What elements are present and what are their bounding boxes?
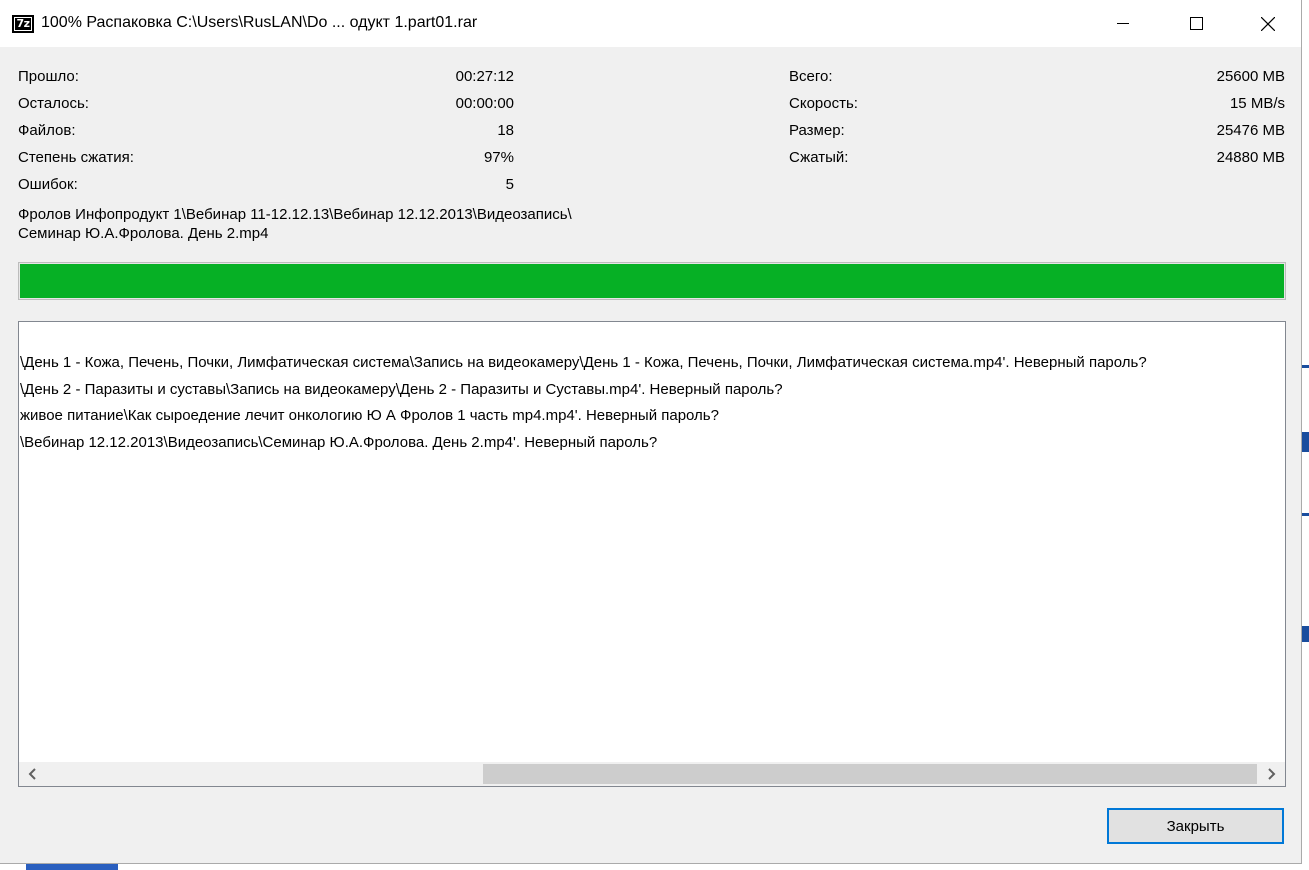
window-title: 100% Распаковка C:\Users\RusLAN\Do ... о… [41,14,478,31]
error-log-list[interactable]: \День 1 - Кожа, Печень, Почки, Лимфатиче… [18,321,1286,787]
maximize-icon [1189,17,1203,30]
minimize-icon [1117,23,1129,24]
log-line: живое питание\Как сыроедение лечит онкол… [20,407,719,424]
total-label: Всего: [789,68,833,85]
current-file-line-2: Семинар Ю.А.Фролова. День 2.mp4 [18,225,269,242]
files-label: Файлов: [18,122,76,139]
maximize-button[interactable] [1160,0,1232,47]
background-fragment [1302,365,1309,368]
speed-value: 15 MB/s [1229,95,1285,112]
speed-label: Скорость: [789,95,858,112]
scroll-right-button[interactable] [1261,762,1283,786]
total-value: 25600 MB [1216,68,1285,85]
errors-value: 5 [505,176,514,193]
errors-label: Ошибок: [18,176,78,193]
compression-ratio-label: Степень сжатия: [18,149,134,166]
packed-value: 24880 MB [1216,149,1285,166]
horizontal-scrollbar[interactable] [19,762,1285,786]
title-bar[interactable]: 7z 100% Распаковка C:\Users\RusLAN\Do ..… [0,0,1301,47]
scroll-thumb[interactable] [483,764,1257,784]
chevron-right-icon [1268,768,1276,780]
log-lines: \День 1 - Кожа, Печень, Почки, Лимфатиче… [20,350,1147,456]
progress-fill [20,264,1284,298]
compression-ratio-value: 97% [483,149,514,166]
log-line: \День 2 - Паразиты и суставы\Запись на в… [20,380,783,398]
remaining-label: Осталось: [18,95,89,112]
log-line: \День 1 - Кожа, Печень, Почки, Лимфатиче… [20,354,1147,371]
files-value: 18 [497,122,514,139]
current-file-path: Фролов Инфопродукт 1\Вебинар 11-12.12.13… [18,205,572,243]
log-line: \Вебинар 12.12.2013\Видеозапись\Семинар … [20,433,658,451]
elapsed-value: 00:27:12 [455,68,514,85]
current-file-line-1: Фролов Инфопродукт 1\Вебинар 11-12.12.13… [18,206,572,223]
progress-bar [18,262,1286,300]
remaining-value: 00:00:00 [455,95,514,112]
close-window-button[interactable] [1232,0,1304,47]
size-value: 25476 MB [1216,122,1285,139]
packed-label: Сжатый: [789,149,849,166]
extraction-window: 7z 100% Распаковка C:\Users\RusLAN\Do ..… [0,0,1302,864]
background-fragment [1302,626,1309,642]
background-fragment [1302,432,1309,452]
scroll-left-button[interactable] [21,762,43,786]
elapsed-label: Прошло: [18,68,79,85]
background-fragment [1302,513,1309,516]
size-label: Размер: [789,122,845,139]
7zip-app-icon: 7z [12,15,34,33]
chevron-left-icon [28,768,36,780]
taskbar-fragment [0,864,118,870]
close-button[interactable]: Закрыть [1107,808,1284,844]
close-icon [1261,16,1275,31]
minimize-button[interactable] [1087,0,1159,47]
